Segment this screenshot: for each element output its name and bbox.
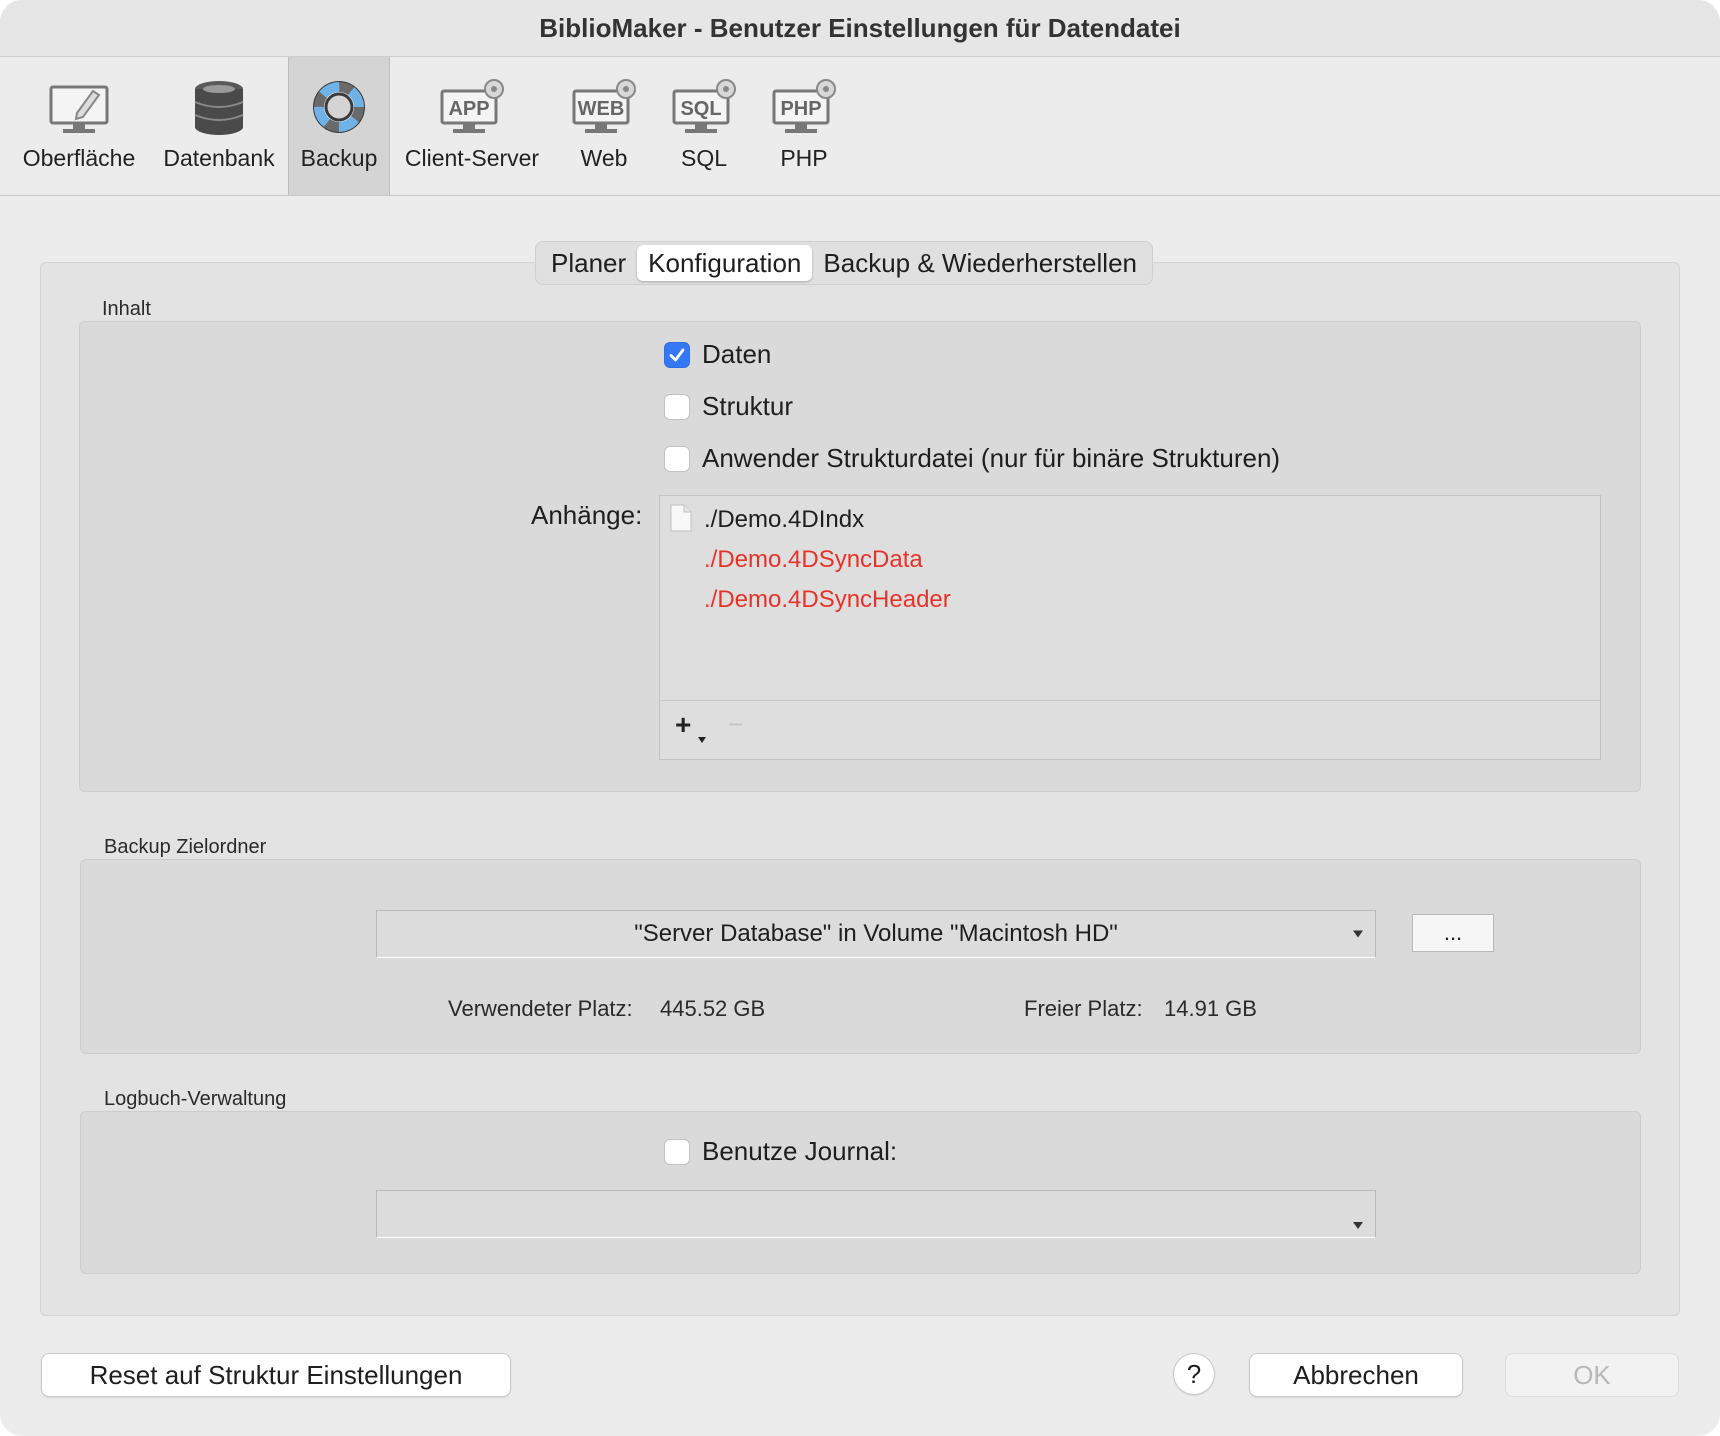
browse-destination-button[interactable]: ... xyxy=(1412,914,1494,952)
toolbar-item-php[interactable]: PHP PHP xyxy=(756,57,852,195)
attachments-list[interactable]: ./Demo.4DIndx ./Demo.4DSyncData ./Demo.4… xyxy=(659,495,1601,760)
preferences-window: BiblioMaker - Benutzer Einstellungen für… xyxy=(0,0,1720,1436)
daten-label: Daten xyxy=(702,339,772,369)
toolbar-label-datenbank: Datenbank xyxy=(163,145,275,171)
anwender-strukturdatei-checkbox[interactable] xyxy=(664,445,690,472)
help-button[interactable]: ? xyxy=(1174,1354,1214,1394)
database-icon xyxy=(194,81,244,135)
window-title: BiblioMaker - Benutzer Einstellungen für… xyxy=(0,0,1720,57)
inhalt-group-label: Inhalt xyxy=(102,298,151,320)
app-server-icon: APP xyxy=(440,79,504,133)
toolbar-item-sql[interactable]: SQL SQL xyxy=(656,57,752,195)
struktur-checkbox-row[interactable]: Struktur xyxy=(664,391,793,422)
web-server-icon: WEB xyxy=(572,79,636,133)
tab-backup-wiederherstellen[interactable]: Backup & Wiederherstellen xyxy=(812,245,1148,281)
toolbar-label-web: Web xyxy=(580,145,628,171)
toolbar-item-backup[interactable]: Backup xyxy=(288,57,390,195)
destination-popup[interactable]: "Server Database" in Volume "Macintosh H… xyxy=(376,910,1376,958)
checkmark-icon xyxy=(669,348,685,361)
tab-bar: Planer Konfiguration Backup & Wiederhers… xyxy=(535,241,1153,285)
zielordner-group-label: Backup Zielordner xyxy=(104,836,267,858)
ok-button[interactable]: OK xyxy=(1506,1354,1678,1396)
struktur-checkbox[interactable] xyxy=(664,393,690,420)
logbuch-group-label: Logbuch-Verwaltung xyxy=(104,1088,287,1110)
php-server-icon: PHP xyxy=(772,79,836,133)
free-space-value: 14.91 GB xyxy=(1164,996,1257,1021)
add-attachment-button[interactable]: + xyxy=(675,709,691,741)
toolbar-item-datenbank[interactable]: Datenbank xyxy=(150,57,288,195)
chevron-down-icon xyxy=(1353,1222,1363,1229)
used-space-value: 445.52 GB xyxy=(660,996,766,1021)
toolbar-label-client-server: Client-Server xyxy=(404,145,540,171)
toolbar-label-oberflaeche: Oberfläche xyxy=(22,145,136,171)
attachment-item[interactable]: ./Demo.4DSyncData xyxy=(704,546,923,574)
toolbar-label-sql: SQL xyxy=(680,145,728,171)
toolbar-label-backup: Backup xyxy=(300,145,378,171)
anwender-strukturdatei-label: Anwender Strukturdatei (nur für binäre S… xyxy=(702,443,1281,473)
reset-settings-button[interactable]: Reset auf Struktur Einstellungen xyxy=(42,1354,510,1396)
journal-label: Benutze Journal: xyxy=(702,1136,898,1166)
toolbar-label-php: PHP xyxy=(780,145,828,171)
chevron-down-icon xyxy=(1353,930,1363,938)
attachments-label: Anhänge: xyxy=(531,500,643,530)
journal-checkbox-row[interactable]: Benutze Journal: xyxy=(664,1136,897,1167)
free-space-label: Freier Platz: xyxy=(1024,996,1143,1021)
journal-checkbox[interactable] xyxy=(664,1138,690,1165)
preferences-toolbar: Oberfläche Datenbank Backup APP Client-S… xyxy=(0,57,1720,196)
cancel-button[interactable]: Abbrechen xyxy=(1250,1354,1462,1396)
attachment-item[interactable]: ./Demo.4DSyncHeader xyxy=(704,586,951,614)
toolbar-item-client-server[interactable]: APP Client-Server xyxy=(394,57,550,195)
toolbar-item-oberflaeche[interactable]: Oberfläche xyxy=(8,57,150,195)
svg-text:WEB: WEB xyxy=(578,98,625,120)
used-space-label: Verwendeter Platz: xyxy=(448,996,633,1021)
struktur-label: Struktur xyxy=(702,391,794,421)
journal-path-popup[interactable] xyxy=(376,1190,1376,1238)
file-icon xyxy=(670,504,692,532)
tab-planer[interactable]: Planer xyxy=(540,245,637,281)
svg-text:APP: APP xyxy=(448,98,489,120)
anwender-strukturdatei-checkbox-row[interactable]: Anwender Strukturdatei (nur für binäre S… xyxy=(664,443,1280,474)
lifebuoy-icon xyxy=(313,81,365,133)
daten-checkbox-row[interactable]: Daten xyxy=(664,339,771,370)
attachments-footer: + − xyxy=(660,700,1600,759)
remove-attachment-button[interactable]: − xyxy=(728,709,743,740)
tab-konfiguration[interactable]: Konfiguration xyxy=(637,245,813,281)
attachment-item[interactable]: ./Demo.4DIndx xyxy=(704,506,864,534)
svg-text:SQL: SQL xyxy=(680,98,721,120)
monitor-pencil-icon xyxy=(49,85,109,133)
daten-checkbox[interactable] xyxy=(664,341,690,368)
svg-text:PHP: PHP xyxy=(780,98,821,120)
sql-server-icon: SQL xyxy=(672,79,736,133)
add-menu-arrow-icon[interactable] xyxy=(698,737,706,743)
toolbar-item-web[interactable]: WEB Web xyxy=(556,57,652,195)
destination-value: "Server Database" in Volume "Macintosh H… xyxy=(634,920,1118,947)
